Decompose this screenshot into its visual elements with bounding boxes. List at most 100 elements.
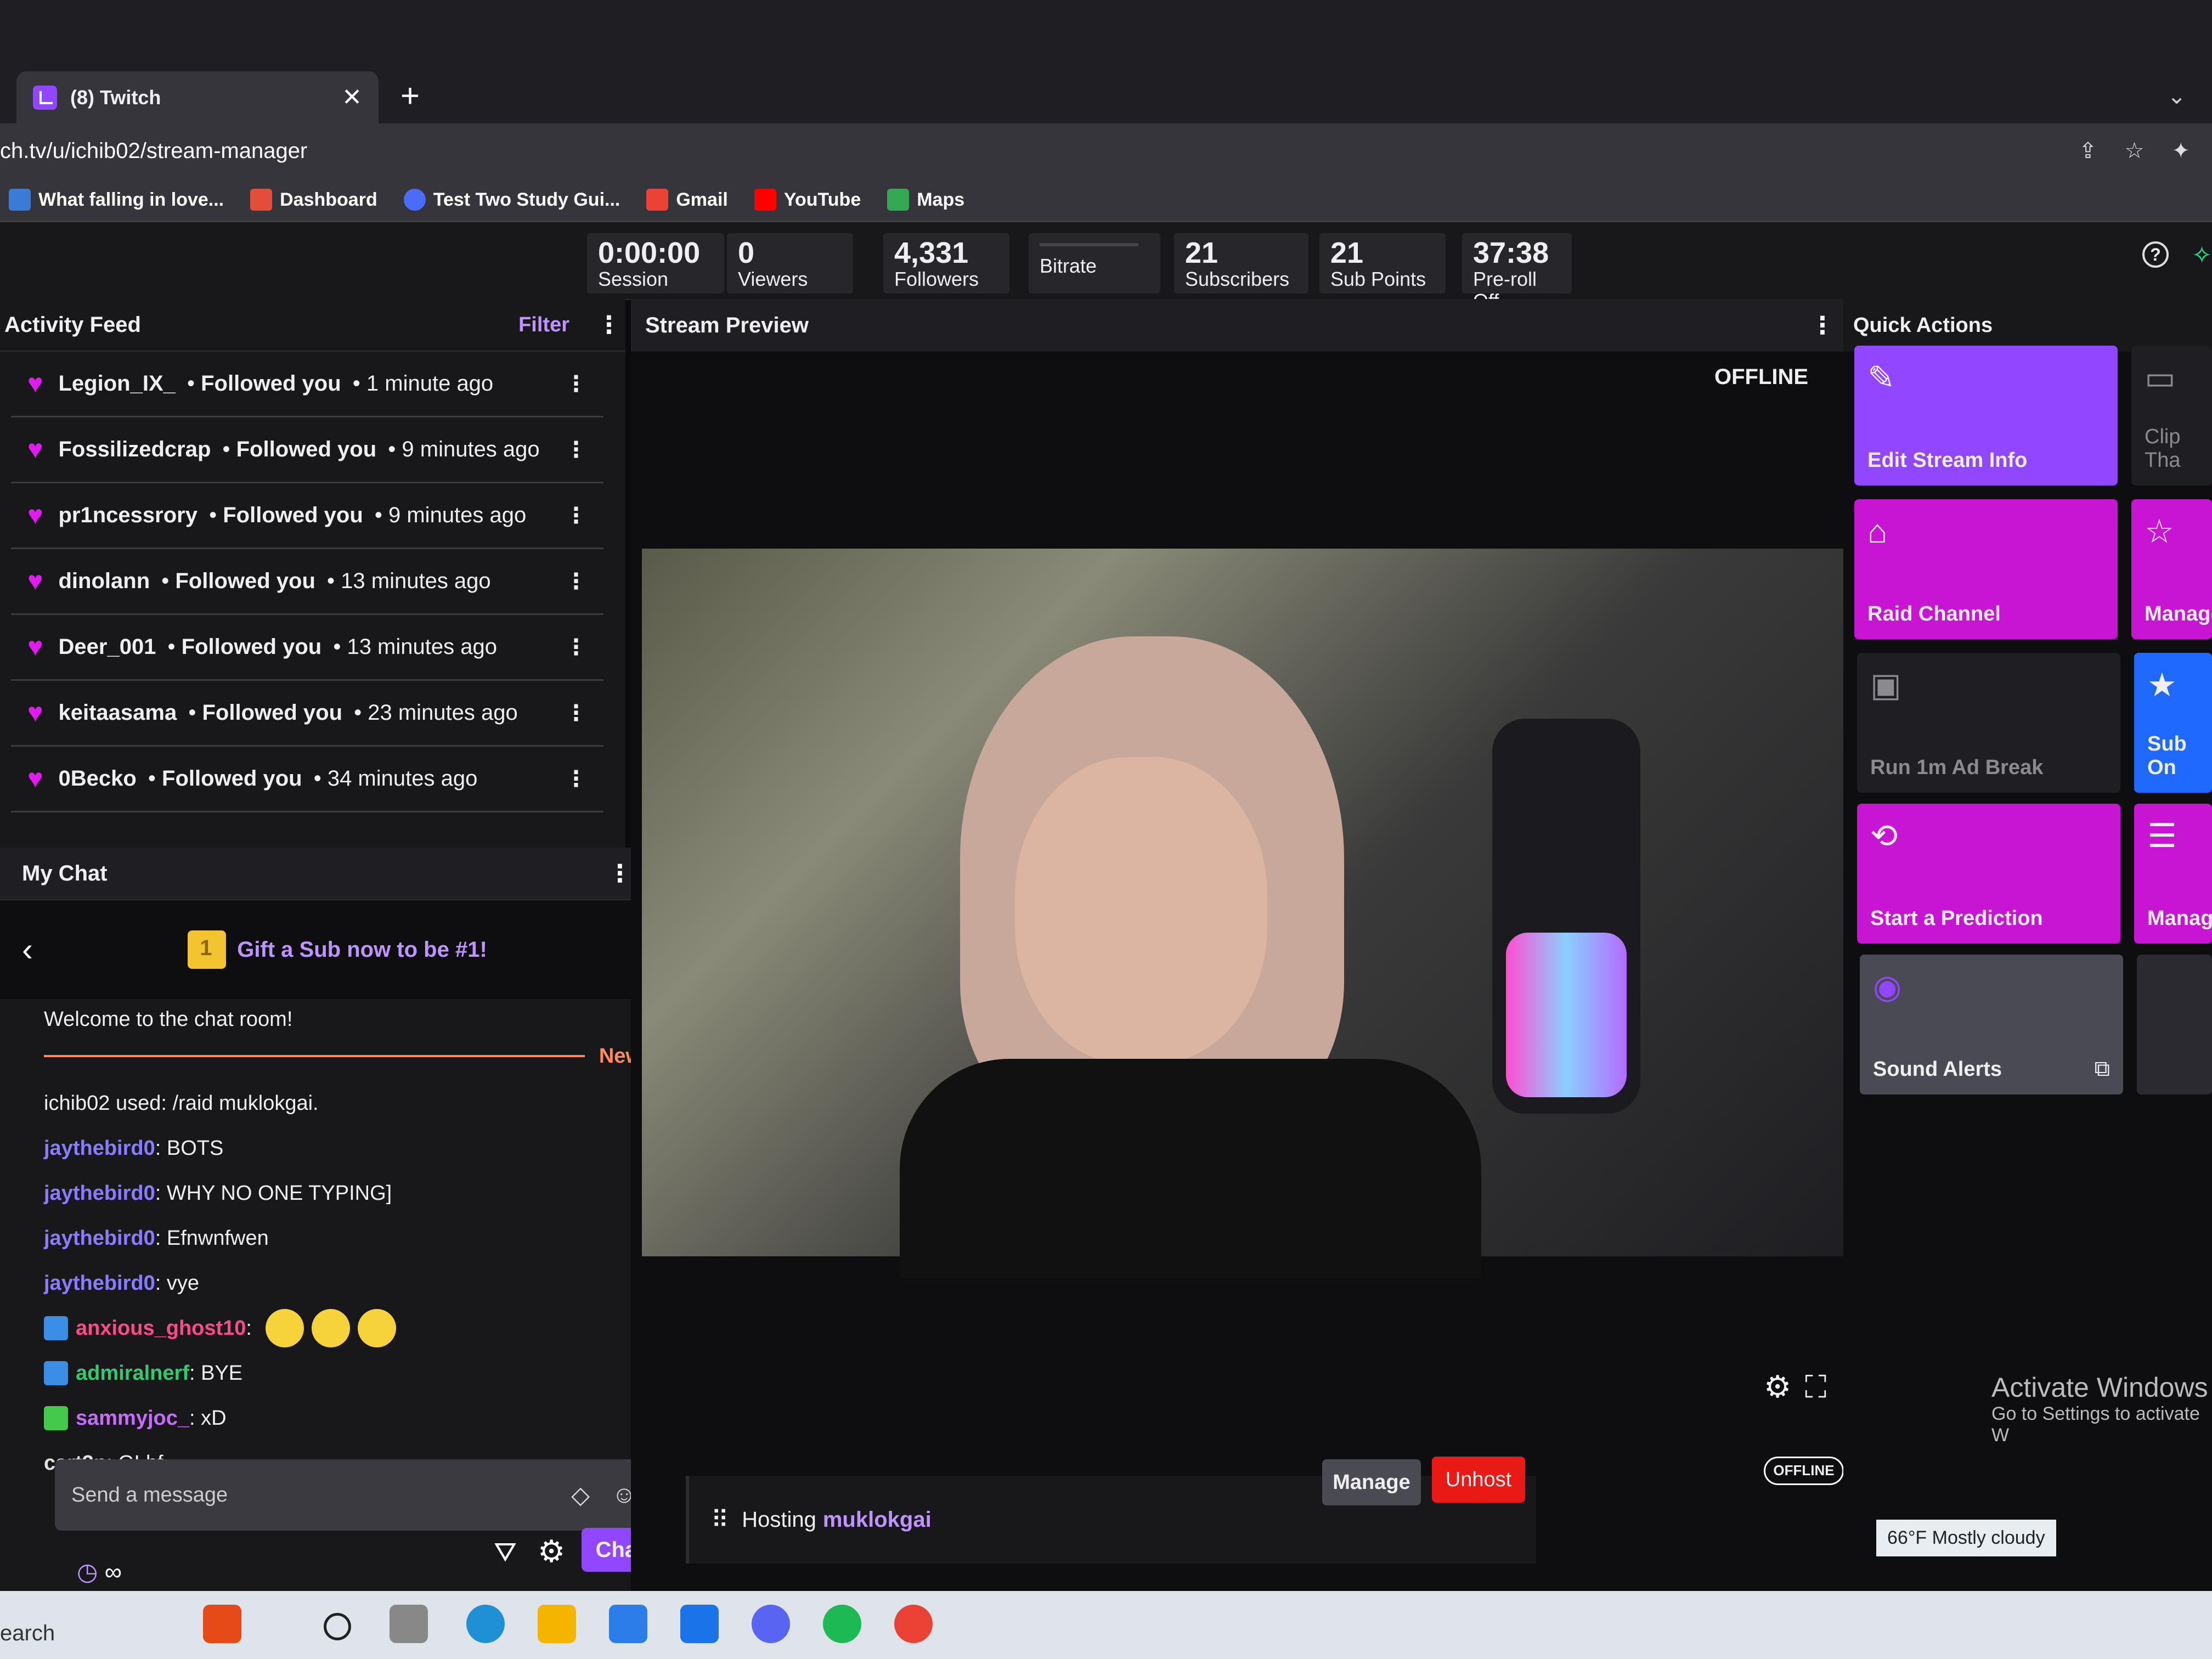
- browser-tab[interactable]: (8) Twitch ✕: [16, 71, 379, 123]
- extensions-icon[interactable]: ✦: [2171, 138, 2190, 163]
- subscriber-badge-icon[interactable]: [44, 1406, 68, 1430]
- chat-username[interactable]: jaythebird0: [44, 1137, 155, 1160]
- emote-icon[interactable]: [311, 1309, 350, 1347]
- chevron-left-icon[interactable]: ‹: [22, 930, 33, 968]
- clip-that-tile[interactable]: ▭ Clip Tha: [2131, 346, 2212, 486]
- activity-feed-item[interactable]: ♥ Fossilizedcrap • Followed you • 9 minut…: [11, 417, 603, 483]
- raid-channel-tile[interactable]: ⌂ Raid Channel: [1854, 499, 2118, 639]
- chat-input-placeholder: Send a message: [71, 1483, 228, 1506]
- mail-icon[interactable]: [680, 1605, 719, 1643]
- share-icon[interactable]: ⇪: [2079, 138, 2097, 163]
- emote-icon[interactable]: [357, 1309, 396, 1347]
- manage-goals-tile[interactable]: ☰ Manage: [2134, 804, 2212, 944]
- filter-button[interactable]: Filter: [518, 313, 569, 337]
- app-icon[interactable]: [203, 1605, 241, 1643]
- quick-actions-header: Quick Actions: [1843, 299, 2212, 352]
- activity-feed-item[interactable]: ♥ keitaasama • Followed you • 23 minutes …: [11, 681, 603, 747]
- file-explorer-icon[interactable]: [538, 1605, 576, 1643]
- task-view-circle-icon[interactable]: [324, 1613, 351, 1640]
- video-settings-gear-icon[interactable]: ⚙: [1764, 1369, 1791, 1405]
- activity-feed-item[interactable]: ♥ 0Becko • Followed you • 34 minutes ago ⋮: [11, 747, 603, 812]
- offline-status: OFFLINE: [1714, 365, 1809, 389]
- fullscreen-icon[interactable]: ⛶: [1805, 1369, 1826, 1406]
- chat-username[interactable]: jaythebird0: [44, 1182, 155, 1205]
- run-ad-break-tile[interactable]: ▣ Run 1m Ad Break: [1857, 653, 2120, 793]
- activity-feed-item[interactable]: ♥ pr1ncessrory • Followed you • 9 minutes…: [11, 483, 603, 549]
- feed-item-options-icon[interactable]: ⋮: [565, 503, 587, 528]
- sound-alerts-tile[interactable]: ◉ Sound Alerts ⧉: [1860, 955, 2123, 1094]
- bookmarks-bar: What falling in love... Dashboard Test T…: [0, 178, 2212, 222]
- channel-points-icon[interactable]: ⛛: [494, 1536, 517, 1568]
- more-options-icon[interactable]: ⋮: [597, 311, 621, 339]
- chat-username[interactable]: jaythebird0: [44, 1272, 155, 1295]
- activity-feed-item[interactable]: ♥ dinolann • Followed you • 13 minutes ag…: [11, 549, 603, 615]
- bookmark-item[interactable]: What falling in love...: [9, 189, 224, 211]
- feed-item-options-icon[interactable]: ⋮: [565, 371, 587, 397]
- feed-username[interactable]: dinolann: [59, 569, 150, 594]
- feed-username[interactable]: Fossilizedcrap: [59, 437, 211, 462]
- chat-more-options-icon[interactable]: ⋮: [608, 860, 632, 888]
- store-icon[interactable]: [609, 1605, 647, 1643]
- chat-username[interactable]: admiralnerf: [76, 1362, 189, 1385]
- chat-username[interactable]: jaythebird0: [44, 1227, 155, 1250]
- chrome-icon[interactable]: [894, 1605, 933, 1643]
- prediction-icon: ⟲: [1870, 817, 1898, 854]
- chat-header: My Chat ⋮: [0, 848, 675, 900]
- start-prediction-tile[interactable]: ⟲ Start a Prediction: [1857, 804, 2120, 944]
- heart-follow-icon: ♥: [27, 369, 43, 398]
- spark-icon[interactable]: ✧: [2192, 241, 2212, 269]
- url-text[interactable]: ch.tv/u/ichib02/stream-manager: [0, 139, 307, 163]
- bookmark-star-icon[interactable]: ☆: [2125, 138, 2145, 163]
- weather-widget[interactable]: 66°F Mostly cloudy: [1876, 1520, 2056, 1556]
- bits-cheer-icon[interactable]: ◇: [571, 1481, 590, 1509]
- unhost-button[interactable]: Unhost: [1432, 1457, 1525, 1503]
- bookmark-item[interactable]: Gmail: [646, 189, 728, 211]
- feed-username[interactable]: Deer_001: [59, 635, 156, 659]
- activity-feed-item[interactable]: ♥ Legion_IX_ • Followed you • 1 minute ag…: [11, 352, 603, 417]
- chat-username[interactable]: sammyjoc_: [76, 1407, 189, 1430]
- feed-action: Followed you: [175, 569, 315, 593]
- taskbar-search[interactable]: earch: [0, 1607, 181, 1659]
- hosted-channel-link[interactable]: muklokgai: [823, 1508, 932, 1532]
- preview-more-options-icon[interactable]: ⋮: [1810, 312, 1835, 340]
- feed-username[interactable]: 0Becko: [59, 766, 137, 791]
- address-bar[interactable]: ch.tv/u/ichib02/stream-manager ⇪ ☆ ✦: [0, 123, 2212, 178]
- drag-handle-icon[interactable]: ⠿: [711, 1506, 729, 1534]
- bookmark-item[interactable]: YouTube: [754, 189, 861, 211]
- edge-icon[interactable]: [466, 1605, 505, 1643]
- feed-username[interactable]: pr1ncessrory: [59, 503, 198, 528]
- help-icon[interactable]: ?: [2142, 241, 2169, 268]
- quick-actions-title: Quick Actions: [1853, 313, 1993, 337]
- chat-message-input[interactable]: Send a message ◇ ☺: [55, 1459, 653, 1531]
- popout-icon[interactable]: ⧉: [2094, 1057, 2110, 1081]
- activity-feed-item[interactable]: ♥ Deer_001 • Followed you • 13 minutes ag…: [11, 615, 603, 681]
- bookmark-item[interactable]: Dashboard: [250, 189, 377, 211]
- empty-tile[interactable]: [2137, 955, 2212, 1094]
- edit-stream-info-tile[interactable]: ✎ Edit Stream Info: [1854, 346, 2118, 486]
- chat-settings-gear-icon[interactable]: ⚙: [538, 1533, 565, 1570]
- new-tab-button[interactable]: +: [400, 77, 420, 115]
- feed-item-options-icon[interactable]: ⋮: [565, 437, 587, 462]
- subscriber-badge-icon[interactable]: [44, 1316, 68, 1340]
- bookmark-item[interactable]: Test Two Study Gui...: [403, 189, 620, 211]
- subscriber-badge-icon[interactable]: [44, 1361, 68, 1385]
- close-tab-icon[interactable]: ✕: [342, 83, 362, 111]
- discord-icon[interactable]: [752, 1605, 790, 1643]
- feed-item-options-icon[interactable]: ⋮: [565, 701, 587, 726]
- manage-rewards-tile[interactable]: ☆ Manage: [2131, 499, 2212, 639]
- bookmark-item[interactable]: Maps: [887, 189, 964, 211]
- tab-search-chevron-icon[interactable]: ⌄: [2167, 82, 2186, 109]
- feed-item-options-icon[interactable]: ⋮: [565, 766, 587, 792]
- emote-icon[interactable]: [265, 1309, 304, 1347]
- feed-item-options-icon[interactable]: ⋮: [565, 635, 587, 660]
- feed-username[interactable]: keitaasama: [59, 701, 177, 725]
- spotify-icon[interactable]: [823, 1605, 861, 1643]
- gift-sub-banner[interactable]: ‹ Gift a Sub now to be #1! ›: [0, 900, 675, 999]
- task-view-icon[interactable]: [390, 1605, 428, 1643]
- feed-item-options-icon[interactable]: ⋮: [565, 569, 587, 594]
- feed-username[interactable]: Legion_IX_: [59, 371, 176, 396]
- manage-host-button[interactable]: Manage: [1322, 1459, 1421, 1505]
- raid-icon: ⌂: [1867, 513, 1888, 550]
- chat-username[interactable]: anxious_ghost10: [76, 1317, 246, 1340]
- sub-only-chat-tile[interactable]: ★ Sub On: [2134, 653, 2212, 793]
